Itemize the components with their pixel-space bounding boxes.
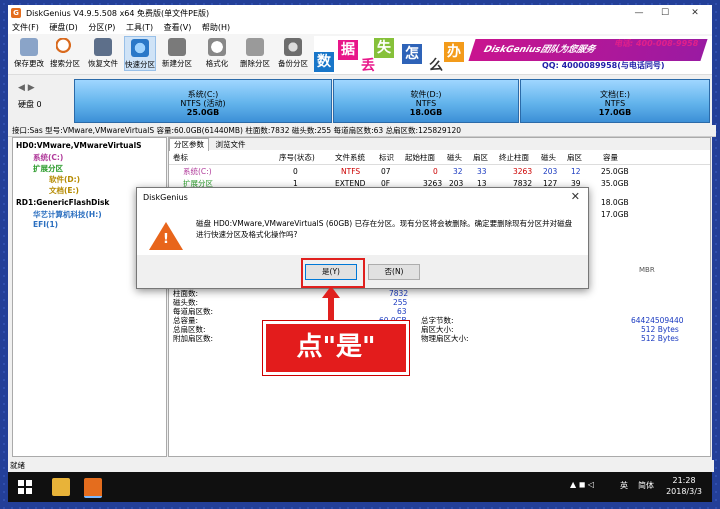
new-partition-button[interactable]: 新建分区 [162, 36, 192, 69]
status-bar: 就绪 [8, 460, 714, 472]
partition-block-d[interactable]: 软件(D:) NTFS 18.0GB [333, 79, 519, 123]
quick-partition-button[interactable]: 快速分区 [124, 36, 156, 71]
menu-tools[interactable]: 工具(T) [122, 21, 157, 34]
ad-banner[interactable]: 数 据 丢 失 怎 么 办 DiskGenius团队为您服务 电话: 400-0… [314, 36, 712, 74]
tree-item-extended[interactable]: 扩展分区 [33, 163, 63, 174]
banner-char: 办 [444, 42, 464, 62]
tree-item-software-d[interactable]: 软件(D:) [49, 174, 80, 185]
recover-files-button[interactable]: 恢复文件 [88, 36, 118, 69]
backup-icon [284, 38, 302, 56]
backup-partition-button[interactable]: 备份分区 [278, 36, 308, 69]
tab-strip: 分区参数 浏览文件 [169, 138, 710, 151]
banner-phone: 电话: 400-008-9958 [614, 39, 699, 48]
table-row[interactable]: 系统(C:) 0 NTFS 07 0 32 33 3263 203 12 25.… [169, 166, 710, 178]
window-title: DiskGenius V4.9.5.508 x64 免费版(单文件PE版) [26, 9, 210, 18]
no-button[interactable]: 否(N) [368, 264, 420, 280]
menu-partition[interactable]: 分区(P) [84, 21, 119, 34]
disk-info-bar: 接口:Sas 型号:VMware,VMwareVirtualS 容量:60.0G… [8, 125, 716, 137]
disk-nav-arrows[interactable]: ◀ ▶ [18, 83, 35, 93]
menu-disk[interactable]: 硬盘(D) [45, 21, 81, 34]
file-explorer-icon[interactable] [52, 478, 70, 496]
diskgenius-taskbar-icon[interactable] [84, 478, 102, 498]
delete-partition-button[interactable]: 删除分区 [240, 36, 270, 69]
tree-item-docs-e[interactable]: 文档(E:) [49, 185, 79, 196]
tree-item-usb-h[interactable]: 华艺计算机科技(H:) [33, 209, 102, 220]
maximize-button[interactable]: ☐ [650, 6, 680, 20]
tree-item-efi[interactable]: EFI(1) [33, 220, 58, 229]
dialog-close-icon[interactable]: ✕ [571, 190, 580, 203]
tree-item-rd1[interactable]: RD1:GenericFlashDisk [16, 198, 109, 207]
menu-help[interactable]: 帮助(H) [198, 21, 234, 34]
title-bar: G DiskGenius V4.9.5.508 x64 免费版(单文件PE版) … [8, 5, 712, 21]
callout-label: 点"是" [263, 321, 409, 375]
tree-item-system-c[interactable]: 系统(C:) [33, 152, 63, 163]
save-icon [20, 38, 38, 56]
quick-partition-icon [131, 39, 149, 57]
menu-bar: 文件(F) 硬盘(D) 分区(P) 工具(T) 查看(V) 帮助(H) [8, 21, 712, 34]
disk-map: ◀ ▶ 硬盘 0 系统(C:) NTFS (活动) 25.0GB 软件(D:) … [8, 75, 712, 125]
partition-block-e[interactable]: 文档(E:) NTFS 17.0GB [520, 79, 710, 123]
arrow-up-icon [322, 286, 340, 320]
format-icon [208, 38, 226, 56]
details-pane: 分区参数 浏览文件 卷标 序号(状态) 文件系统 标识 起始柱面 磁头 扇区 终… [168, 137, 711, 457]
banner-char: 么 [426, 56, 446, 74]
magnifier-icon [56, 38, 74, 56]
new-partition-icon [168, 38, 186, 56]
warning-icon-mark: ! [163, 232, 169, 247]
banner-char: 数 [314, 52, 334, 72]
format-button[interactable]: 格式化 [202, 36, 232, 69]
banner-char: 据 [338, 40, 358, 60]
disk-tree: HD0:VMware,VMwareVirtualS 系统(C:) 扩展分区 软件… [12, 137, 167, 457]
mbr-label: MBR [639, 266, 655, 274]
tray-icons[interactable]: ▲ ◼ ◁ [570, 480, 594, 489]
dialog-message: 磁盘 HD0:VMware,VMwareVirtualS (60GB) 已存在分… [196, 219, 573, 239]
ime-indicator[interactable]: 英 [620, 480, 628, 491]
app-icon: G [11, 8, 21, 18]
language-indicator[interactable]: 简体 [638, 480, 654, 491]
search-partition-button[interactable]: 搜索分区 [50, 36, 80, 69]
tab-browse-files[interactable]: 浏览文件 [212, 139, 250, 151]
banner-char: 丢 [358, 56, 378, 74]
partition-block-c[interactable]: 系统(C:) NTFS (活动) 25.0GB [74, 79, 332, 123]
table-header: 卷标 序号(状态) 文件系统 标识 起始柱面 磁头 扇区 终止柱面 磁头 扇区 … [169, 152, 710, 165]
banner-char: 怎 [402, 44, 422, 64]
tree-item-hd0[interactable]: HD0:VMware,VMwareVirtualS [16, 141, 142, 150]
menu-view[interactable]: 查看(V) [160, 21, 196, 34]
banner-char: 失 [374, 38, 394, 58]
yes-button-highlight [301, 258, 365, 288]
clock[interactable]: 21:28 2018/3/3 [666, 475, 702, 497]
recover-icon [94, 38, 112, 56]
disk-label: 硬盘 0 [18, 100, 42, 109]
windows-start-icon[interactable] [18, 480, 32, 494]
tab-partition-params[interactable]: 分区参数 [169, 138, 209, 151]
trash-icon [246, 38, 264, 56]
save-changes-button[interactable]: 保存更改 [14, 36, 44, 69]
banner-qq: QQ: 4000089958(与电话同号) [542, 61, 665, 70]
close-button[interactable]: ✕ [680, 6, 710, 20]
menu-file[interactable]: 文件(F) [8, 21, 43, 34]
taskbar: ▲ ◼ ◁ 英 简体 21:28 2018/3/3 [8, 472, 712, 502]
dialog-title: DiskGenius [143, 193, 188, 202]
